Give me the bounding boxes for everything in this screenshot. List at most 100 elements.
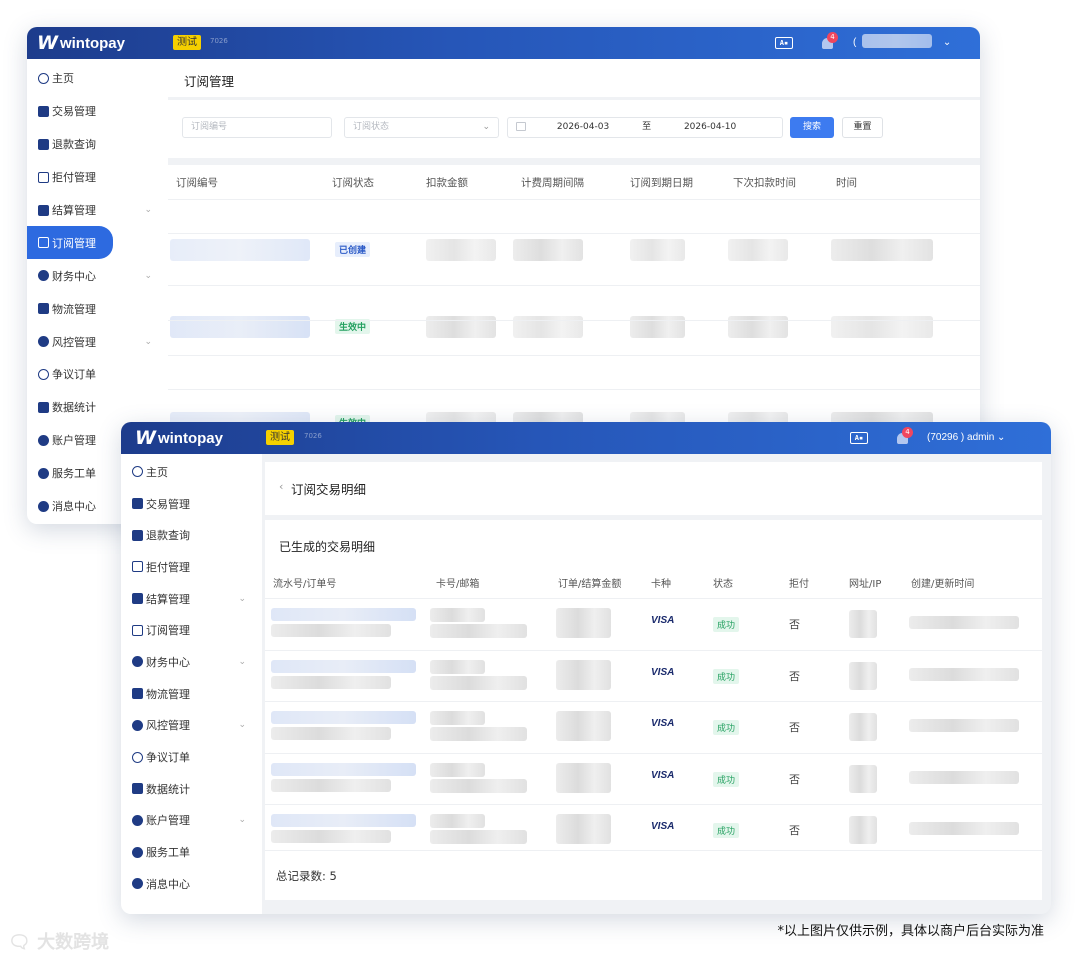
subscription-icon — [38, 237, 49, 249]
sidebar-item-refund[interactable]: 退款查询 — [121, 519, 262, 551]
column-header: 网址/IP — [849, 579, 882, 590]
sidebar-item-message[interactable]: 消息中心 — [121, 868, 262, 900]
sidebar-item-label: 拒付管理 — [52, 171, 96, 185]
sidebar-item-chargeback[interactable]: 拒付管理 — [121, 551, 262, 583]
table-row[interactable]: 生效中 — [168, 233, 980, 338]
sidebar-item-chargeback[interactable]: 拒付管理 — [27, 161, 168, 194]
search-button[interactable]: 搜索 — [790, 117, 834, 138]
table-row[interactable]: 已创建 — [168, 199, 980, 261]
notification-bell-icon[interactable]: 4 — [894, 427, 913, 447]
sidebar-item-subscription[interactable]: 订阅管理 — [27, 226, 113, 260]
notification-bell-icon[interactable]: 4 — [819, 32, 838, 52]
redacted-cell — [430, 624, 527, 638]
logo-mark-icon: W — [37, 32, 58, 54]
sidebar-item-account[interactable]: 账户管理 ⌄ — [121, 805, 262, 837]
column-header: 计费周期间隔 — [521, 177, 584, 189]
table-row[interactable]: 生效中 — [168, 320, 980, 504]
sidebar-item-finance[interactable]: 财务中心 ⌄ — [121, 646, 262, 678]
settlement-icon — [38, 204, 49, 216]
visa-icon: VISA — [651, 718, 675, 729]
sidebar-item-dashboard[interactable]: 主页 — [121, 456, 262, 488]
sidebar-item-dispute[interactable]: 争议订单 — [27, 358, 168, 391]
chargeback-cell: 否 — [789, 824, 800, 837]
notification-count: 4 — [902, 427, 913, 438]
column-header: 订阅到期日期 — [630, 177, 693, 189]
chevron-down-icon: ⌄ — [144, 270, 152, 281]
date-range-picker[interactable]: 2026-04-03 至 2026-04-10 — [507, 117, 783, 138]
table-row[interactable]: 生效中 — [168, 355, 980, 389]
sidebar-item-refund[interactable]: 退款查询 — [27, 128, 168, 161]
sidebar-item-label: 拒付管理 — [146, 560, 190, 574]
user-menu[interactable]: ( ⌄ — [853, 27, 951, 59]
redacted-cell — [556, 660, 611, 690]
redacted-cell — [556, 608, 611, 638]
sidebar-item-label: 服务工单 — [146, 846, 190, 860]
redacted-cell — [909, 668, 1019, 681]
redacted-cell — [909, 771, 1019, 784]
redacted-cell — [430, 608, 485, 622]
sidebar-item-dashboard[interactable]: 主页 — [27, 62, 168, 95]
language-icon[interactable]: A▪ — [850, 432, 868, 444]
top-bar: W wintopay 测试 7026 A▪ 4 (70296 ) admin ⌄ — [121, 422, 1051, 454]
sidebar-item-risk[interactable]: 风控管理 ⌄ — [27, 325, 168, 358]
redacted-cell — [430, 830, 527, 844]
column-header: 创建/更新时间 — [911, 579, 975, 590]
redacted-cell — [909, 719, 1019, 732]
sidebar-item-transaction[interactable]: 交易管理 — [121, 488, 262, 520]
language-icon[interactable]: A▪ — [775, 37, 793, 49]
sidebar-item-label: 物流管理 — [146, 687, 190, 701]
reset-button[interactable]: 重置 — [842, 117, 883, 138]
sidebar-item-risk[interactable]: 风控管理 ⌄ — [121, 710, 262, 742]
redacted-cell — [430, 676, 527, 690]
sidebar-item-transaction[interactable]: 交易管理 — [27, 95, 168, 128]
sidebar-item-stats[interactable]: 数据统计 — [27, 391, 168, 424]
sidebar-item-dispute[interactable]: 争议订单 — [121, 741, 262, 773]
redacted-cell — [909, 822, 1019, 835]
table-row[interactable]: VISA 成功 否 — [265, 804, 1042, 855]
sidebar-item-logistics[interactable]: 物流管理 — [27, 292, 168, 325]
table-row[interactable]: 已创建 — [168, 389, 980, 423]
back-arrow-icon[interactable]: ‹ — [279, 480, 283, 493]
redacted-cell — [430, 779, 527, 793]
sidebar-item-label: 结算管理 — [146, 592, 190, 606]
table-row[interactable]: 生效中 — [168, 285, 980, 434]
redacted-cell — [271, 830, 391, 843]
sidebar-item-label: 数据统计 — [52, 401, 96, 415]
status-badge: 成功 — [713, 617, 740, 632]
visa-icon: VISA — [651, 821, 675, 832]
user-menu[interactable]: (70296 ) admin ⌄ — [927, 422, 1005, 454]
transaction-detail-card: 已生成的交易明细 流水号/订单号 卡号/邮箱 订单/结算金额 卡种 状态 拒付 … — [265, 520, 1042, 900]
sidebar-item-settlement[interactable]: 结算管理 ⌄ — [121, 583, 262, 615]
table-row[interactable]: VISA 成功 否 — [265, 650, 1042, 701]
visa-icon: VISA — [651, 770, 675, 781]
status-badge: 成功 — [713, 720, 740, 735]
transaction-icon — [38, 105, 49, 117]
sidebar-item-finance[interactable]: 财务中心 ⌄ — [27, 259, 168, 292]
column-header: 扣款金额 — [426, 177, 468, 189]
table-row[interactable]: VISA 成功 否 — [265, 753, 1042, 804]
redacted-cell — [849, 610, 877, 638]
table-row[interactable]: VISA 成功 否 — [265, 701, 1042, 752]
sidebar-item-label: 争议订单 — [146, 751, 190, 765]
env-sub-label: 7026 — [304, 432, 322, 440]
redacted-cell — [556, 711, 611, 741]
column-header: 状态 — [713, 579, 733, 590]
sidebar-item-ticket[interactable]: 服务工单 — [121, 836, 262, 868]
subscription-status-select[interactable]: 订阅状态 ⌄ — [344, 117, 499, 138]
risk-icon — [38, 336, 49, 348]
ticket-icon — [38, 467, 49, 479]
subscription-number-input[interactable]: 订阅编号 — [182, 117, 332, 138]
sidebar-item-settlement[interactable]: 结算管理 ⌄ — [27, 194, 168, 227]
sidebar-item-label: 账户管理 — [52, 434, 96, 448]
logo[interactable]: W wintopay — [37, 32, 125, 54]
sidebar-item-subscription[interactable]: 订阅管理 — [121, 614, 262, 646]
sidebar-item-stats[interactable]: 数据统计 — [121, 773, 262, 805]
logo[interactable]: W wintopay — [135, 427, 223, 449]
stats-icon — [132, 783, 143, 795]
watermark-logo-icon: 🗨 — [8, 932, 31, 953]
watermark-text: 大数跨境 — [37, 932, 110, 953]
sidebar-item-logistics[interactable]: 物流管理 — [121, 678, 262, 710]
table-row[interactable]: VISA 成功 否 — [265, 598, 1042, 649]
page-title: 订阅交易明细 — [291, 482, 367, 497]
env-badge: 测试 — [266, 430, 294, 445]
